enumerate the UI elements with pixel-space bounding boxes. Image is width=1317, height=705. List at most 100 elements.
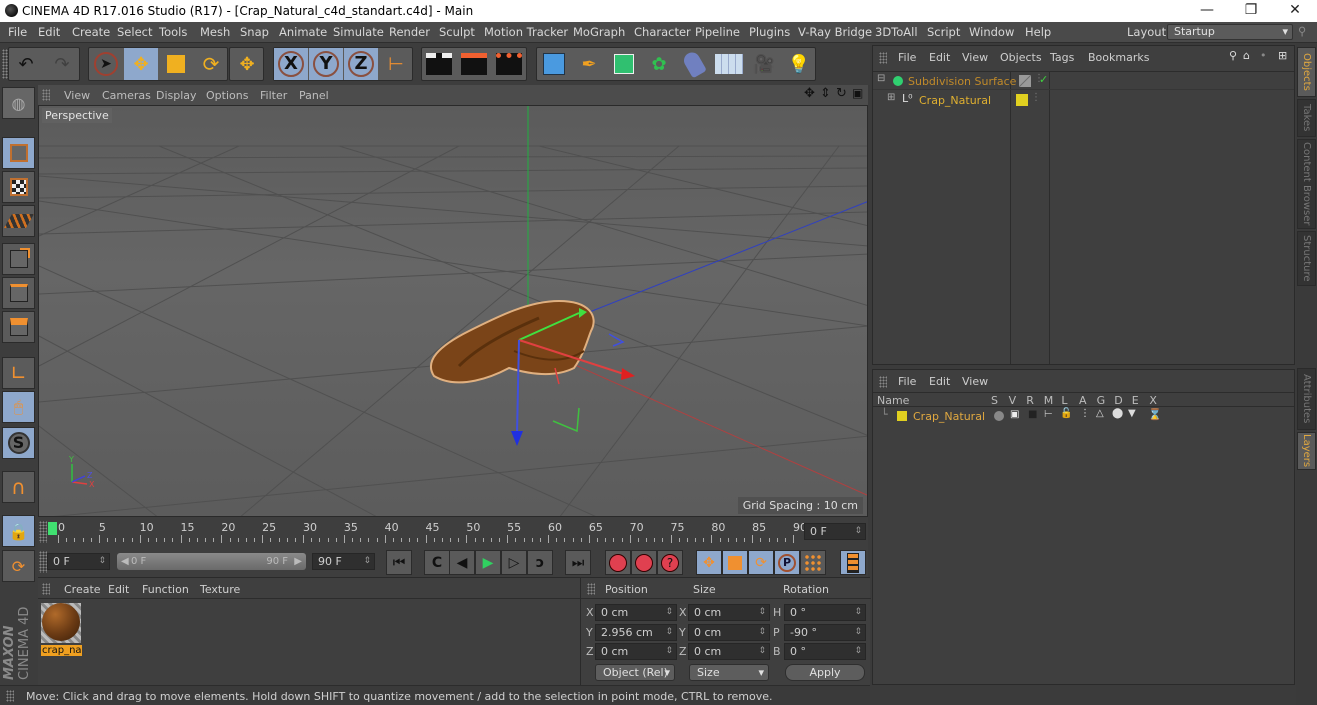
x-axis-button[interactable]: X <box>274 48 308 80</box>
play-button[interactable]: ▶ <box>475 550 501 575</box>
cloner-button[interactable]: ✿ <box>642 48 676 80</box>
animation-toggle-icon[interactable]: ⋮ <box>1080 408 1090 419</box>
viewport-perspective[interactable]: Y X Z Perspective Grid Spacing : 10 cm <box>38 105 868 517</box>
panel-grip[interactable] <box>42 89 50 101</box>
record-active-objects-button[interactable] <box>605 550 631 575</box>
timeline-grip[interactable] <box>39 521 47 543</box>
cube-button[interactable] <box>537 48 571 80</box>
go-to-end-button[interactable]: ⏭ <box>565 550 591 575</box>
spinner-icon[interactable]: ⇕ <box>98 554 106 569</box>
menu-plugins[interactable]: Plugins <box>749 25 790 39</box>
next-keyframe-button[interactable]: ɔ <box>527 550 553 575</box>
spinner-icon[interactable]: ⇕ <box>758 644 766 659</box>
layer-menu-view[interactable]: View <box>962 375 988 388</box>
menu-file[interactable]: File <box>8 25 27 39</box>
start-frame-field[interactable]: 0 F ⇕ <box>47 553 110 570</box>
visibility-dots-icon[interactable]: ⋮ <box>1031 92 1041 103</box>
search-icon[interactable]: ⚲ <box>1298 24 1306 38</box>
expressions-toggle-icon[interactable]: ▼ <box>1128 408 1136 419</box>
coordinate-mode-dropdown[interactable]: Object (Rel) ▾ <box>595 664 675 681</box>
viewport-menu-display[interactable]: Display <box>156 89 197 102</box>
link-icon[interactable]: • <box>1260 49 1267 62</box>
position-z-field[interactable]: 0 cm ⇕ <box>595 643 677 660</box>
last-tool-button[interactable]: ✥ <box>230 48 264 80</box>
generators-toggle-icon[interactable]: △ <box>1096 408 1104 419</box>
spinner-icon[interactable]: ⇕ <box>854 625 862 640</box>
layer-column-header[interactable]: R <box>1026 394 1034 407</box>
object-menu-bookmarks[interactable]: Bookmarks <box>1088 51 1149 64</box>
size-z-field[interactable]: 0 cm ⇕ <box>688 643 770 660</box>
layer-color-icon[interactable] <box>897 411 907 421</box>
menu-3dtoall[interactable]: 3DToAll <box>875 25 918 39</box>
layout-dropdown[interactable]: Startup ▾ <box>1167 24 1293 40</box>
points-mode-button[interactable] <box>2 243 35 275</box>
layer-column-header[interactable]: V <box>1009 394 1017 407</box>
menu-character[interactable]: Character <box>634 25 691 39</box>
spinner-icon[interactable]: ⇕ <box>665 625 673 640</box>
viewport-menu-filter[interactable]: Filter <box>260 89 287 102</box>
render-view-button[interactable] <box>422 48 456 80</box>
layer-column-header[interactable]: D <box>1114 394 1122 407</box>
layer-column-header[interactable]: A <box>1079 394 1087 407</box>
render-toggle-icon[interactable]: ■ <box>1028 409 1037 420</box>
search-icon[interactable]: ⚲ <box>1229 49 1237 62</box>
tab-content-browser[interactable]: Content Browser <box>1297 139 1316 229</box>
size-x-field[interactable]: 0 cm ⇕ <box>688 604 770 621</box>
menu-motion-tracker[interactable]: Motion Tracker <box>484 25 568 39</box>
rotation-h-field[interactable]: 0 ° ⇕ <box>784 604 866 621</box>
deformers-toggle-icon[interactable]: ⬤ <box>1112 408 1123 419</box>
live-selection-button[interactable]: ➤ <box>89 48 123 80</box>
subdivision-surface-button[interactable] <box>607 48 641 80</box>
texture-mode-button[interactable] <box>2 171 35 203</box>
rotate-tool-button[interactable]: ⟳ <box>194 48 228 80</box>
render-picture-viewer-button[interactable] <box>457 48 491 80</box>
object-menu-objects[interactable]: Objects <box>1000 51 1042 64</box>
move-view-icon[interactable]: ✥ <box>804 86 815 101</box>
material-menu-edit[interactable]: Edit <box>108 583 129 596</box>
maximize-view-icon[interactable]: ▣ <box>852 86 863 100</box>
current-frame-field[interactable]: 0 F ⇕ <box>804 523 866 540</box>
menu-edit[interactable]: Edit <box>38 25 60 39</box>
new-window-icon[interactable]: ⊞ <box>1278 49 1287 62</box>
panel-grip[interactable] <box>42 583 50 595</box>
lock-workplane-button[interactable]: 🔒 <box>2 515 35 547</box>
rotation-b-field[interactable]: 0 ° ⇕ <box>784 643 866 660</box>
object-menu-file[interactable]: File <box>898 51 916 64</box>
bend-deformer-button[interactable] <box>677 48 711 80</box>
menu-sculpt[interactable]: Sculpt <box>439 25 475 39</box>
y-axis-button[interactable]: Y <box>309 48 343 80</box>
object-x-arrow[interactable] <box>621 368 635 380</box>
scale-tool-button[interactable] <box>159 48 193 80</box>
tab-attributes[interactable]: Attributes <box>1297 368 1316 430</box>
object-menu-tags[interactable]: Tags <box>1050 51 1074 64</box>
close-icon[interactable]: ✕ <box>1273 0 1317 22</box>
tweak-mode-button[interactable]: 🖱 <box>2 391 35 423</box>
magnet-button[interactable]: ∩ <box>2 471 35 503</box>
menu-mograph[interactable]: MoGraph <box>573 25 625 39</box>
crap-natural-mesh[interactable] <box>429 299 595 384</box>
keyframe-selection-button[interactable]: ? <box>657 550 683 575</box>
size-y-field[interactable]: 0 cm ⇕ <box>688 624 770 641</box>
object-name[interactable]: Crap_Natural <box>919 94 991 107</box>
menu-window[interactable]: Window <box>969 25 1014 39</box>
material-menu-create[interactable]: Create <box>64 583 101 596</box>
menu-snap[interactable]: Snap <box>240 25 269 39</box>
layer-column-header[interactable]: G <box>1097 394 1106 407</box>
undo-button[interactable]: ↶ <box>9 48 43 80</box>
xref-toggle-icon[interactable]: ⌛ <box>1148 408 1162 421</box>
axis-mode-button[interactable]: ∟ <box>2 357 35 389</box>
object-row[interactable]: ⊞ L⁰ Crap_Natural ⋮ <box>873 91 1294 109</box>
playhead-marker[interactable] <box>48 522 57 535</box>
size-mode-dropdown[interactable]: Size ▾ <box>689 664 769 681</box>
layer-column-header[interactable]: E <box>1132 394 1139 407</box>
tab-structure[interactable]: Structure <box>1297 231 1316 286</box>
key-pla-button[interactable] <box>800 550 826 575</box>
spinner-icon[interactable]: ⇕ <box>363 554 371 569</box>
viewport-menu-panel[interactable]: Panel <box>299 89 329 102</box>
previous-keyframe-button[interactable]: C <box>424 550 450 575</box>
position-y-field[interactable]: 2.956 cm ⇕ <box>595 624 677 641</box>
next-frame-button[interactable]: ▷ <box>501 550 527 575</box>
lock-icon[interactable]: 🔓 <box>1060 408 1072 419</box>
tab-layers[interactable]: Layers <box>1297 432 1316 470</box>
autokeying-button[interactable] <box>631 550 657 575</box>
